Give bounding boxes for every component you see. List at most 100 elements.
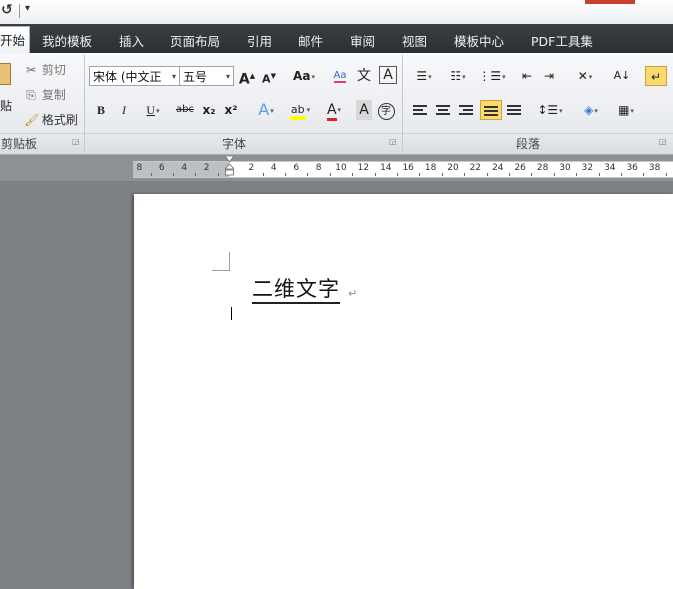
ruler-tick bbox=[419, 173, 421, 176]
line-spacing-button[interactable]: ↕☰▾ bbox=[536, 100, 564, 120]
text-effects-button[interactable]: A▾ bbox=[253, 100, 279, 120]
align-left-button[interactable] bbox=[410, 100, 430, 120]
ruler-tick bbox=[598, 173, 600, 176]
chevron-down-icon: ▾ bbox=[225, 72, 230, 81]
document-page[interactable] bbox=[134, 194, 673, 589]
tab-template-center[interactable]: 模板中心 bbox=[454, 31, 504, 50]
ruler-label: 26 bbox=[514, 163, 526, 173]
ruler-tick bbox=[262, 173, 264, 176]
group-separator bbox=[84, 55, 85, 151]
justify-button[interactable] bbox=[480, 100, 502, 120]
toolbar-separator bbox=[19, 4, 20, 18]
shrink-font-button[interactable]: A▼ bbox=[260, 66, 278, 86]
ruler-label: 36 bbox=[626, 163, 638, 173]
show-marks-button[interactable]: ↵ bbox=[645, 66, 667, 86]
customize-dropdown-icon[interactable]: ▾ bbox=[25, 3, 30, 14]
ruler-label: 14 bbox=[380, 163, 392, 173]
cut-button[interactable]: ✂ 剪切 bbox=[24, 61, 66, 78]
tab-my-templates[interactable]: 我的模板 bbox=[42, 31, 92, 50]
character-border-button[interactable]: A bbox=[379, 66, 397, 84]
ruler-label: 2 bbox=[248, 163, 255, 173]
ruler-tick bbox=[486, 173, 488, 176]
ruler-label: 22 bbox=[469, 163, 482, 173]
decrease-indent-button[interactable]: ⇤ bbox=[518, 66, 536, 86]
multilevel-list-button[interactable]: ⋮☰▾ bbox=[478, 66, 506, 86]
borders-icon: ▦ bbox=[618, 103, 630, 117]
font-size-combo[interactable]: 五号 ▾ bbox=[179, 66, 234, 86]
align-center-button[interactable] bbox=[433, 100, 453, 120]
change-case-button[interactable]: Aa▾ bbox=[290, 66, 318, 86]
document-text[interactable]: 二维文字 bbox=[252, 276, 340, 304]
bullets-button[interactable]: ☰▾ bbox=[410, 66, 438, 86]
align-right-icon bbox=[459, 104, 473, 117]
paragraph-mark-icon: ↵ bbox=[650, 70, 662, 84]
superscript-button[interactable]: x² bbox=[222, 100, 240, 120]
decrease-indent-icon: ⇤ bbox=[521, 69, 533, 83]
window-close-strip[interactable] bbox=[585, 0, 635, 4]
chinese-layout-button[interactable]: ✕▾ bbox=[570, 66, 600, 86]
ruler-label: 18 bbox=[424, 163, 437, 173]
tab-review[interactable]: 审阅 bbox=[350, 31, 375, 50]
ruler-label: 16 bbox=[402, 163, 414, 173]
paste-label: 贴 bbox=[0, 99, 13, 113]
tab-view[interactable]: 视图 bbox=[402, 31, 427, 50]
shading-button[interactable]: ◈▾ bbox=[576, 100, 606, 120]
ruler-tick bbox=[217, 173, 219, 176]
tab-mailings[interactable]: 邮件 bbox=[298, 31, 323, 50]
paste-button[interactable]: 贴 bbox=[0, 57, 12, 117]
ruler-tick bbox=[531, 173, 533, 176]
borders-button[interactable]: ▦▾ bbox=[612, 100, 640, 120]
quick-access-toolbar: ↺ ▾ bbox=[0, 0, 673, 24]
tab-page-layout[interactable]: 页面布局 bbox=[170, 31, 220, 50]
numbering-button[interactable]: ☷▾ bbox=[444, 66, 472, 86]
ruler-tick bbox=[285, 173, 286, 176]
ruler-label: 8 bbox=[136, 163, 143, 173]
horizontal-ruler[interactable]: 8 6 4 2 2 4 6 8 10 12 14 16 18 20 22 24 26 28 30 32 34 36 38 bbox=[133, 156, 673, 178]
grow-font-button[interactable]: A▲ bbox=[238, 66, 256, 88]
bold-button[interactable]: B bbox=[93, 100, 109, 120]
distributed-icon bbox=[507, 104, 521, 117]
ruler-tick bbox=[509, 173, 510, 176]
align-right-button[interactable] bbox=[456, 100, 476, 120]
bullets-icon: ☰ bbox=[416, 69, 428, 83]
italic-button[interactable]: I bbox=[116, 100, 132, 120]
format-painter-button[interactable]: 🖌 格式刷 bbox=[24, 111, 78, 128]
copy-button[interactable]: ⎘ 复制 bbox=[24, 86, 66, 103]
ruler-tick bbox=[553, 173, 555, 176]
increase-indent-icon: ⇥ bbox=[543, 69, 555, 83]
subscript-button[interactable]: x₂ bbox=[200, 100, 218, 120]
font-launcher-icon[interactable]: ◲ bbox=[389, 137, 397, 146]
font-color-button[interactable]: A▾ bbox=[320, 100, 348, 121]
ruler-tick bbox=[352, 173, 354, 176]
underline-button[interactable]: U▾ bbox=[140, 100, 166, 120]
indent-marker-icon[interactable] bbox=[225, 156, 234, 182]
strikethrough-button[interactable]: abc bbox=[173, 100, 197, 120]
sort-button[interactable]: A↓ bbox=[612, 66, 632, 86]
clear-formatting-button[interactable]: Aa bbox=[330, 66, 350, 86]
ruler-tick bbox=[665, 173, 667, 176]
ruler-tick bbox=[374, 173, 376, 176]
font-name-combo[interactable]: 宋体 (中文正 ▾ bbox=[89, 66, 180, 86]
justify-icon bbox=[484, 105, 498, 118]
paragraph-launcher-icon[interactable]: ◲ bbox=[659, 137, 667, 146]
phonetic-guide-button[interactable]: 文 bbox=[354, 66, 374, 86]
tab-references[interactable]: 引用 bbox=[247, 31, 272, 50]
tab-insert[interactable]: 插入 bbox=[119, 31, 144, 50]
increase-indent-button[interactable]: ⇥ bbox=[540, 66, 558, 86]
ruler-tick bbox=[329, 173, 331, 176]
distributed-button[interactable] bbox=[505, 100, 523, 120]
ruler-label: 6 bbox=[158, 163, 165, 173]
ruler-label: 32 bbox=[581, 163, 594, 173]
enclose-characters-button[interactable]: 字 bbox=[376, 100, 396, 120]
highlight-button[interactable]: ab ▾ bbox=[284, 100, 316, 120]
tab-home[interactable]: 开始 bbox=[0, 26, 31, 54]
ruler-label: 4 bbox=[270, 163, 277, 173]
clipboard-launcher-icon[interactable]: ◲ bbox=[72, 137, 80, 146]
ruler-label: 34 bbox=[604, 163, 616, 173]
undo-icon[interactable]: ↺ bbox=[1, 2, 13, 18]
ruler-label: 28 bbox=[536, 163, 549, 173]
character-shading-button[interactable]: A bbox=[356, 100, 372, 120]
tab-pdf-tools[interactable]: PDF工具集 bbox=[531, 31, 593, 50]
crop-mark bbox=[229, 252, 230, 271]
format-painter-label: 格式刷 bbox=[41, 113, 78, 127]
